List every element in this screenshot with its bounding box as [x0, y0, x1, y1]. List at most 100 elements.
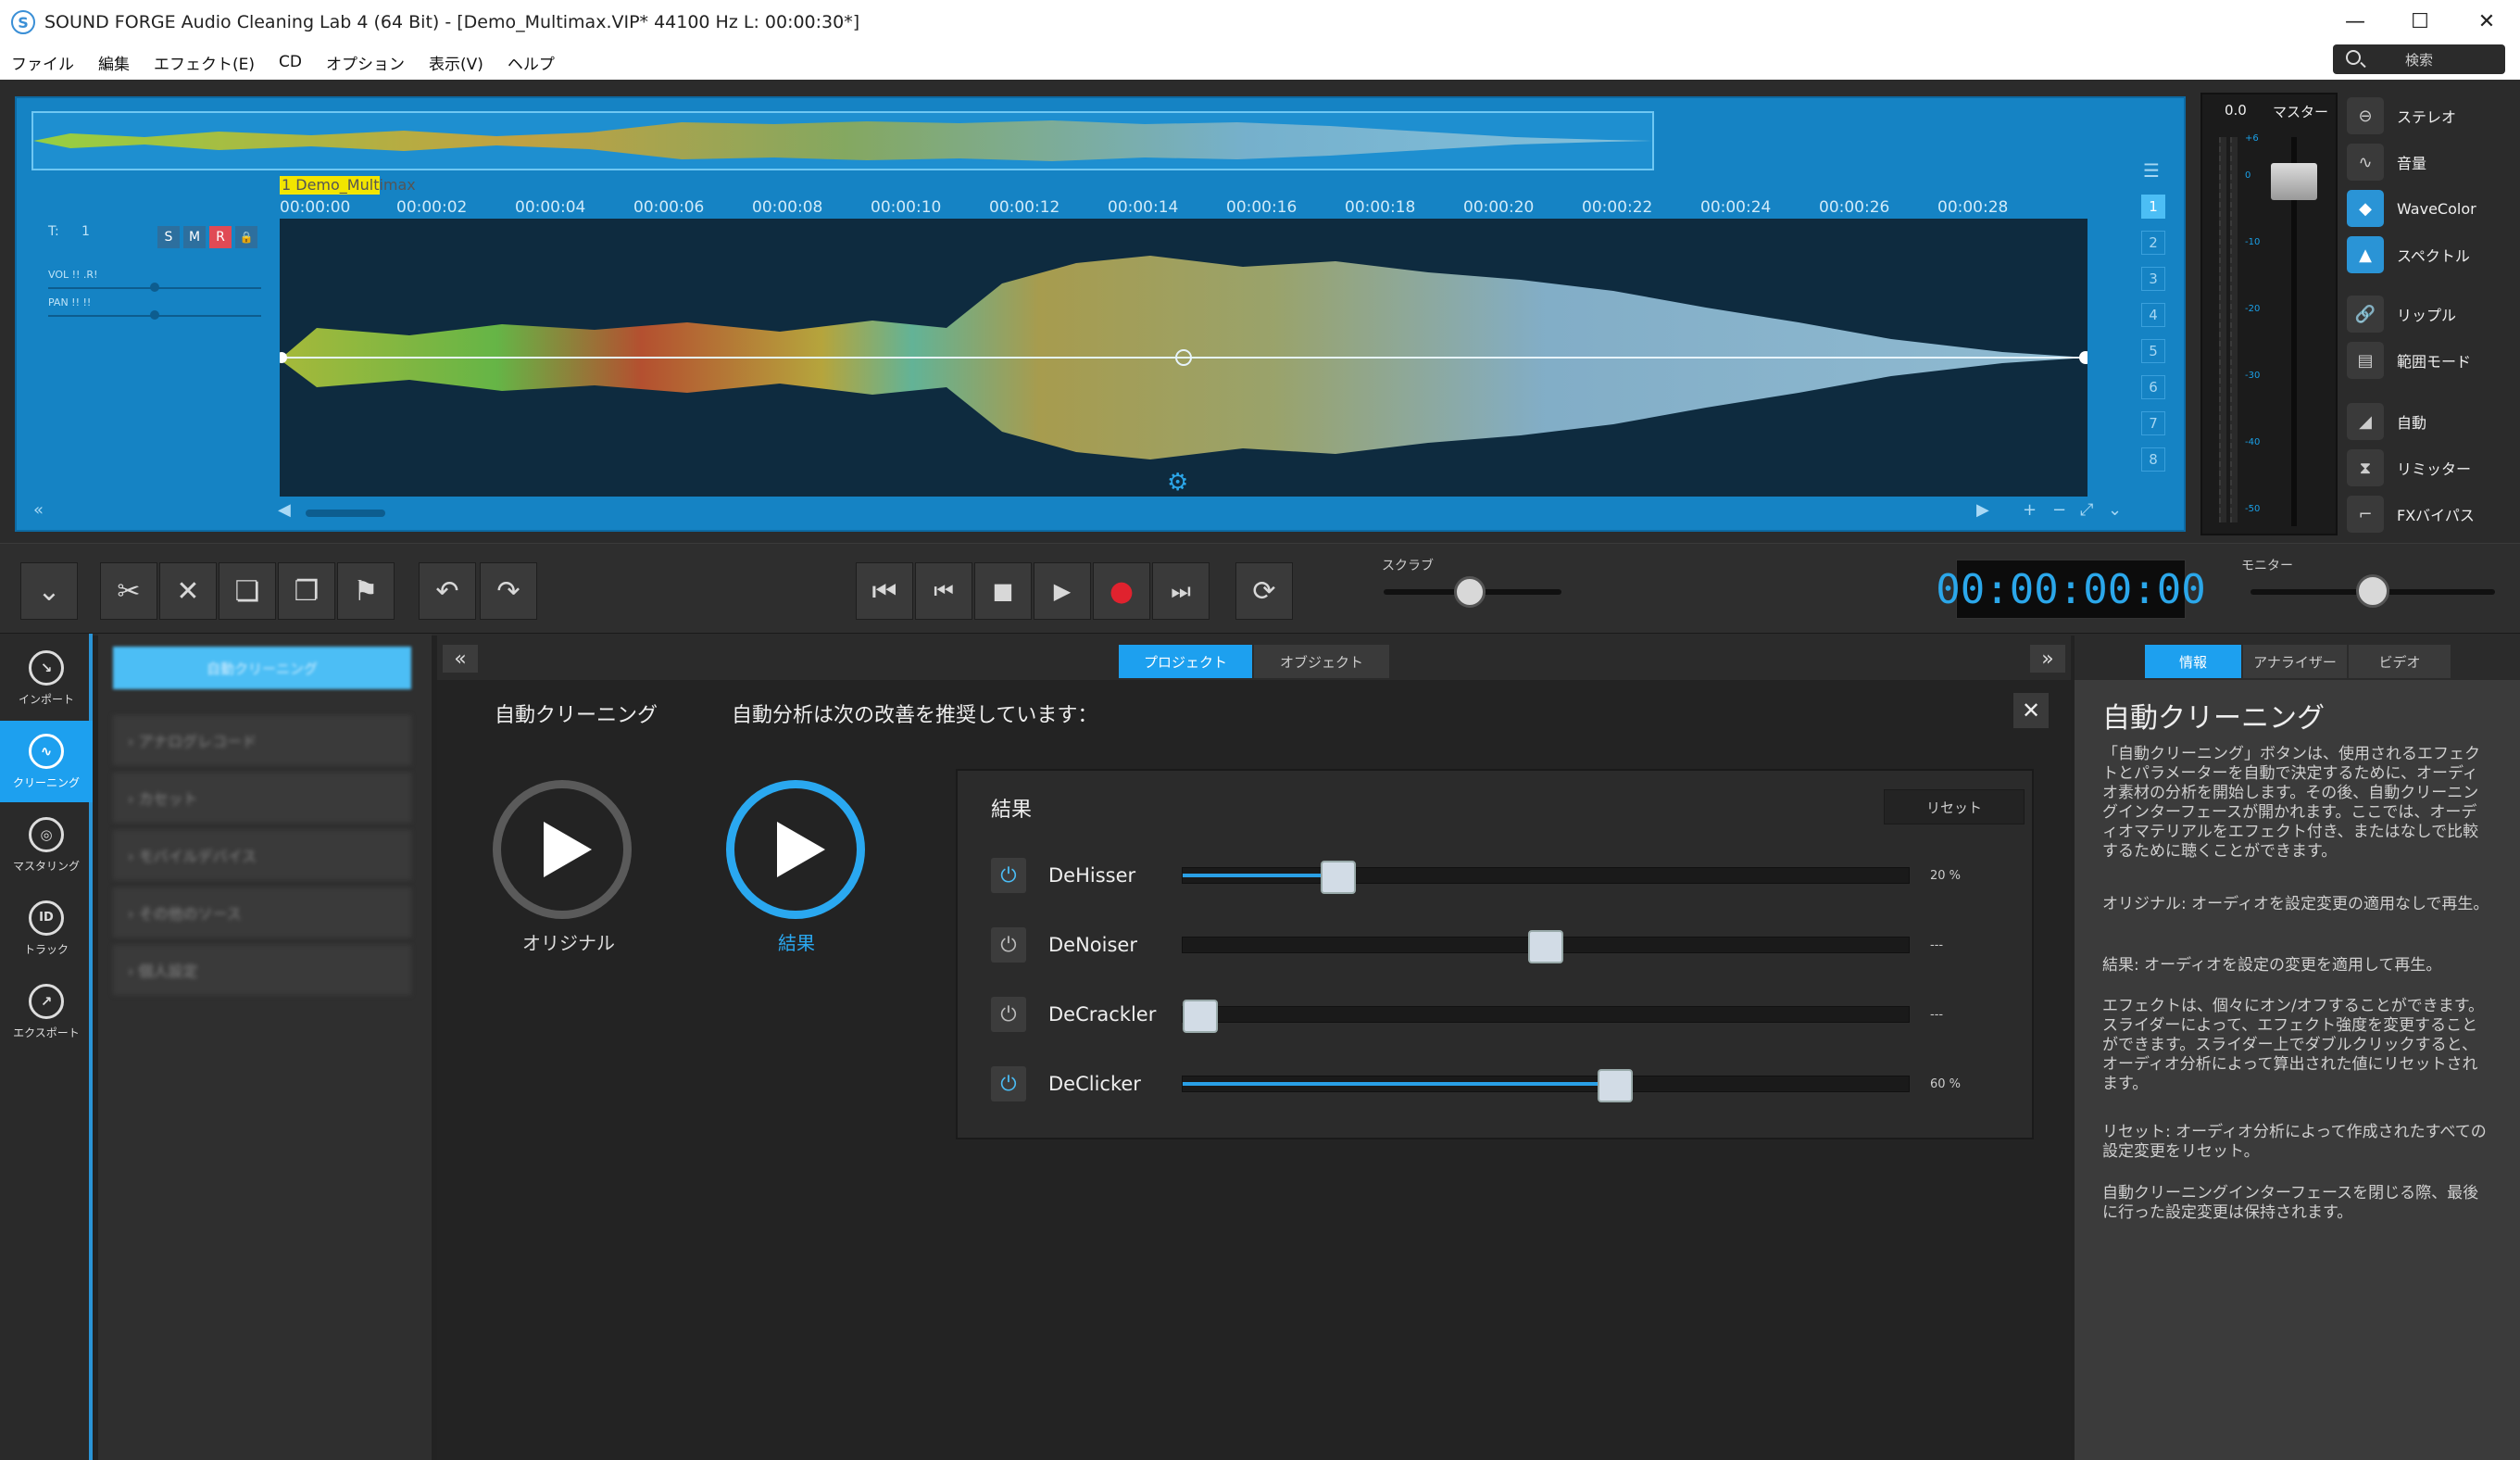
- preset-item[interactable]: › カセット: [113, 773, 411, 823]
- loop-icon[interactable]: ⟳: [1235, 562, 1293, 620]
- zoom-in-icon[interactable]: +: [2023, 500, 2037, 520]
- marker-icon[interactable]: ⚑: [337, 562, 395, 620]
- range-mode-button[interactable]: ▤ 範囲モード: [2343, 339, 2519, 382]
- power-icon[interactable]: ⏻: [991, 1066, 1026, 1101]
- close-window-button[interactable]: ✕: [2454, 0, 2519, 43]
- nav-mastering[interactable]: ◎ マスタリング: [0, 804, 93, 886]
- paste-icon[interactable]: ❐: [278, 562, 335, 620]
- cut-icon[interactable]: ✂: [100, 562, 157, 620]
- play-result-button[interactable]: [726, 780, 865, 919]
- spectrum-button[interactable]: ▲ スペクトル: [2343, 233, 2519, 276]
- tab-project[interactable]: プロジェクト: [1119, 645, 1252, 678]
- power-icon[interactable]: ⏻: [991, 997, 1026, 1032]
- collapse-left-button[interactable]: «: [443, 645, 478, 673]
- scroll-left-icon[interactable]: ◀: [278, 500, 291, 520]
- collapse-panel-icon[interactable]: ⌄: [20, 562, 78, 620]
- scroll-right-icon[interactable]: ▶: [1976, 500, 1989, 520]
- play-icon[interactable]: ▶: [1034, 562, 1091, 620]
- track-button-7[interactable]: 7: [2141, 411, 2165, 435]
- menu-effects[interactable]: エフェクト(E): [154, 51, 255, 74]
- menu-options[interactable]: オプション: [326, 51, 405, 74]
- menu-help[interactable]: ヘルプ: [508, 51, 555, 74]
- collapse-left-icon[interactable]: «: [33, 500, 44, 520]
- filter-slider-knob[interactable]: [1321, 861, 1356, 894]
- volume-knob[interactable]: [150, 283, 159, 292]
- volume-curve-button[interactable]: ∿ 音量: [2343, 141, 2519, 183]
- track-button-4[interactable]: 4: [2141, 303, 2165, 327]
- preset-item[interactable]: › その他のソース: [113, 887, 411, 938]
- stereo-button[interactable]: ⊖ ステレオ: [2343, 94, 2519, 137]
- track-button-3[interactable]: 3: [2141, 267, 2165, 291]
- record-icon[interactable]: ●: [1093, 562, 1150, 620]
- filter-slider-knob[interactable]: [1528, 930, 1563, 963]
- collapse-right-button[interactable]: »: [2030, 645, 2065, 673]
- copy-icon[interactable]: ❏: [219, 562, 276, 620]
- preset-item[interactable]: › 個人設定: [113, 945, 411, 995]
- nav-export[interactable]: ↗ エクスポート: [0, 971, 93, 1052]
- power-icon[interactable]: ⏻: [991, 858, 1026, 893]
- play-original-button[interactable]: [493, 780, 632, 919]
- clip-settings-gear-icon[interactable]: ⚙: [1167, 469, 1188, 497]
- filter-slider[interactable]: [1182, 861, 1910, 894]
- auto-button[interactable]: ◢ 自動: [2343, 400, 2519, 443]
- tab-object[interactable]: オブジェクト: [1254, 645, 1389, 678]
- zoom-fit-icon[interactable]: ⤢: [2080, 500, 2093, 520]
- time-ruler[interactable]: 00:00:00 00:00:02 00:00:04 00:00:06 00:0…: [280, 196, 2132, 219]
- nav-track[interactable]: ID トラック: [0, 887, 93, 969]
- menu-cd[interactable]: CD: [279, 53, 302, 71]
- record-arm-button[interactable]: R: [209, 226, 232, 248]
- overview-waveform[interactable]: [31, 111, 1654, 170]
- stop-icon[interactable]: ■: [974, 562, 1032, 620]
- zoom-out-icon[interactable]: −: [2052, 500, 2066, 520]
- tab-video[interactable]: ビデオ: [2349, 645, 2451, 678]
- zoom-menu-icon[interactable]: ⌄: [2108, 500, 2122, 520]
- ripple-button[interactable]: 🔗 リップル: [2343, 293, 2519, 335]
- scroll-thumb[interactable]: [306, 510, 385, 517]
- delete-icon[interactable]: ✕: [159, 562, 217, 620]
- master-fader-knob[interactable]: [2271, 163, 2317, 200]
- waveform-clip[interactable]: ⚙: [276, 219, 2092, 497]
- track-button-6[interactable]: 6: [2141, 375, 2165, 399]
- filter-slider-knob[interactable]: [1598, 1069, 1633, 1102]
- fx-bypass-button[interactable]: ⌐ FXバイパス: [2343, 493, 2519, 535]
- filter-slider[interactable]: [1182, 930, 1910, 963]
- track-button-1[interactable]: 1: [2141, 195, 2165, 219]
- filter-slider[interactable]: [1182, 1000, 1910, 1033]
- pan-knob[interactable]: [150, 310, 159, 320]
- reset-button[interactable]: リセット: [1884, 789, 2025, 824]
- auto-cleaning-button[interactable]: 自動クリーニング: [113, 647, 411, 689]
- mute-button[interactable]: M: [183, 226, 206, 248]
- horizontal-scrollbar[interactable]: « ◀ ▶ + − ⤢ ⌄: [33, 500, 2145, 528]
- solo-button[interactable]: S: [157, 226, 180, 248]
- limiter-button[interactable]: ⧗ リミッター: [2343, 447, 2519, 489]
- filter-slider-knob[interactable]: [1183, 1000, 1218, 1033]
- minimize-button[interactable]: —: [2323, 0, 2388, 43]
- preset-item[interactable]: › アナログレコード: [113, 715, 411, 765]
- clip-label[interactable]: 1 Demo_Multimax: [280, 176, 416, 195]
- preset-item[interactable]: › モバイルデバイス: [113, 830, 411, 880]
- scrub-knob[interactable]: [1454, 576, 1486, 608]
- track-button-5[interactable]: 5: [2141, 339, 2165, 363]
- tab-analyzer[interactable]: アナライザー: [2243, 645, 2347, 678]
- nav-cleaning[interactable]: ∿ クリーニング: [0, 721, 93, 802]
- maximize-button[interactable]: ☐: [2388, 0, 2452, 43]
- power-icon[interactable]: ⏻: [991, 927, 1026, 963]
- next-marker-icon[interactable]: ⏭: [1152, 562, 1210, 620]
- wavecolor-button[interactable]: ◆ WaveColor: [2343, 187, 2519, 230]
- nav-import[interactable]: ↘ インポート: [0, 637, 93, 719]
- filter-slider[interactable]: [1182, 1069, 1910, 1102]
- track-list-icon[interactable]: ☰: [2143, 159, 2165, 182]
- track-button-2[interactable]: 2: [2141, 231, 2165, 255]
- lock-icon[interactable]: 🔒: [235, 226, 257, 248]
- track-button-8[interactable]: 8: [2141, 447, 2165, 472]
- menu-edit[interactable]: 編集: [98, 51, 130, 74]
- menu-file[interactable]: ファイル: [11, 51, 74, 74]
- go-to-start-icon[interactable]: ⏮: [856, 562, 913, 620]
- monitor-volume-knob[interactable]: [2356, 574, 2389, 608]
- close-panel-button[interactable]: ✕: [2013, 693, 2049, 728]
- tab-info[interactable]: 情報: [2145, 645, 2241, 678]
- previous-marker-icon[interactable]: ⏮: [915, 562, 972, 620]
- search-box[interactable]: 検索: [2333, 44, 2505, 74]
- menu-view[interactable]: 表示(V): [429, 51, 483, 74]
- redo-icon[interactable]: ↷: [480, 562, 537, 620]
